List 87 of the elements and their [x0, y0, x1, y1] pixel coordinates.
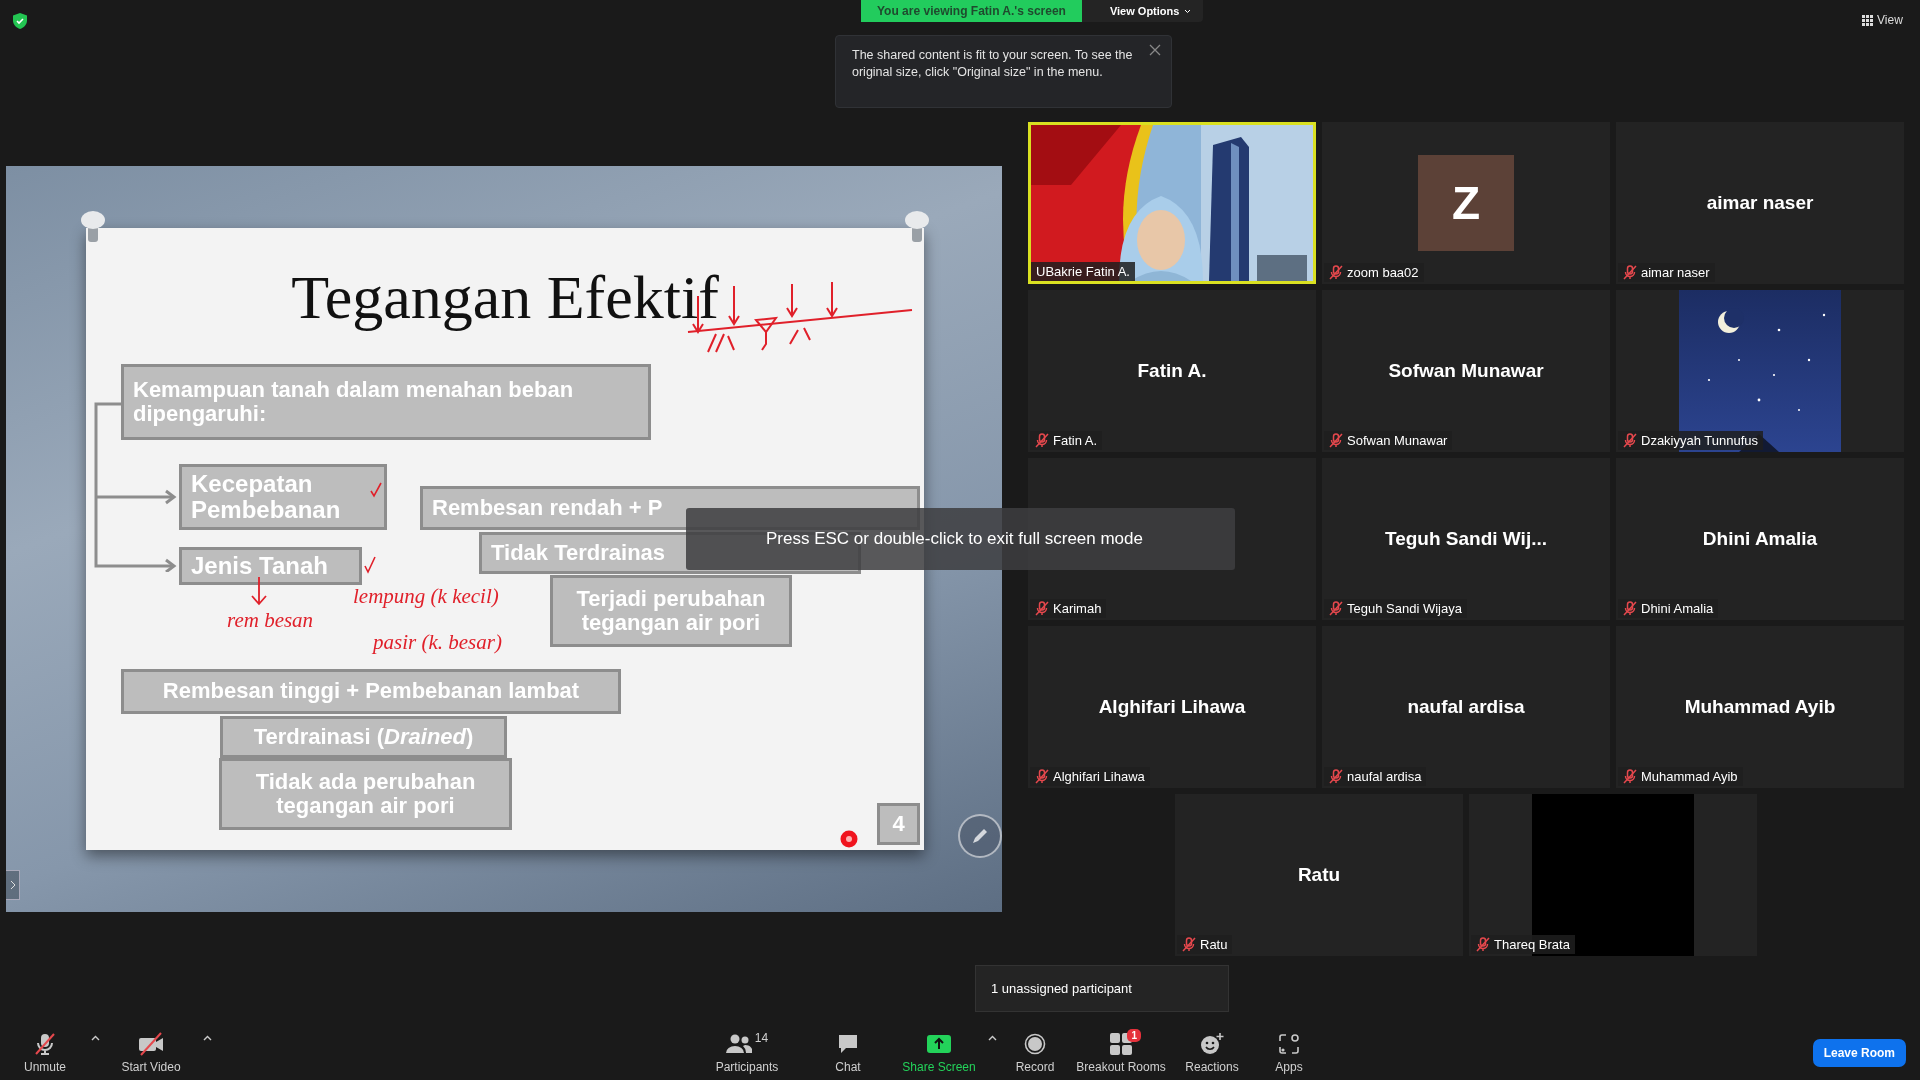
chat-bubble-icon: [837, 1033, 859, 1055]
diagram-node: Kemampuan tanah dalam menahan beban dipengaruhi:: [121, 364, 651, 440]
muted-mic-icon: [1035, 433, 1049, 448]
leave-room-button[interactable]: Leave Room: [1812, 1038, 1906, 1067]
fullscreen-hint: Press ESC or double-click to exit full screen mode: [686, 508, 1235, 570]
ink-arrow: [250, 576, 268, 606]
muted-mic-icon: [1623, 601, 1637, 616]
participant-name: Sofwan Munawar: [1388, 360, 1544, 382]
muted-mic-icon: [33, 1032, 57, 1056]
participant-name: Ratu: [1200, 937, 1228, 952]
participant-name: Karimah: [1053, 601, 1102, 616]
participant-name: Dhini Amalia: [1641, 601, 1714, 616]
view-options-button[interactable]: View Options: [1081, 0, 1204, 22]
count-badge: 1: [1127, 1029, 1141, 1042]
toolbar-button[interactable]: 1 Breakout Rooms: [1071, 1031, 1171, 1074]
toolbar-button[interactable]: Share Screen: [899, 1031, 979, 1074]
participant-name: Fatin A.: [1053, 433, 1098, 448]
muted-mic-icon: [1329, 265, 1343, 280]
muted-mic-icon: [1623, 265, 1637, 280]
participant-name: Sofwan Munawar: [1347, 433, 1448, 448]
avatar-tile: Z: [1418, 155, 1514, 251]
laser-pointer-dot: [840, 830, 858, 848]
tick-mark-icon: [370, 482, 382, 498]
toolbar-button[interactable]: Chat: [803, 1031, 893, 1074]
participant-name: Muhammad Ayib: [1684, 696, 1836, 718]
diagram-node: Kecepatan Pembebanan: [179, 464, 387, 530]
participant-name: Teguh Sandi Wijaya: [1347, 601, 1462, 616]
slide-title: Tegangan Efektif: [291, 262, 719, 333]
participant-name: Thareq Brata: [1494, 937, 1570, 952]
participant-name: Teguh Sandi Wij...: [1385, 528, 1547, 550]
participant-name: naufal ardisa: [1407, 696, 1525, 718]
participant-name: Dzakiyyah Tunnufus: [1641, 433, 1759, 448]
handwritten-note: pasir (k. besar): [373, 630, 502, 655]
toolbar-button[interactable]: Record: [1005, 1031, 1065, 1074]
muted-mic-icon: [1623, 433, 1637, 448]
diagram-node: Tidak ada perubahan tegangan air pori: [219, 758, 512, 830]
apps-icon: [1279, 1034, 1299, 1054]
muted-mic-icon: [1035, 601, 1049, 616]
muted-mic-icon: [1476, 937, 1490, 952]
participant-name: Alghifari Lihawa: [1098, 696, 1246, 718]
muted-mic-icon: [1329, 769, 1343, 784]
close-icon[interactable]: [1149, 44, 1161, 56]
participant-name: aimar naser: [1706, 192, 1814, 214]
tooltip-text: The shared content is fit to your screen. To see the original size, click "Original size" in the menu.: [852, 47, 1134, 81]
muted-mic-icon: [1623, 769, 1637, 784]
grid-icon: [1862, 14, 1873, 26]
smiley-plus-icon: [1200, 1033, 1224, 1055]
participant-count: 14: [754, 1031, 769, 1045]
diagram-node: Terdrainasi (Drained): [220, 716, 507, 758]
record-icon: [1024, 1033, 1046, 1055]
view-button[interactable]: View: [1862, 13, 1903, 27]
muted-mic-icon: [1035, 769, 1049, 784]
toolbar-button[interactable]: Start Video: [108, 1031, 194, 1074]
grid-icon: [1110, 1033, 1132, 1055]
handwritten-note: rem besan: [227, 608, 314, 633]
participant-name: Muhammad Ayib: [1641, 769, 1738, 784]
participant-name: UBakrie Fatin A.: [1036, 264, 1130, 279]
toolbar-button[interactable]: Apps: [1253, 1031, 1325, 1074]
shield-icon[interactable]: [13, 13, 27, 29]
chevron-icon: [9, 880, 16, 890]
participant-name: Ratu: [1297, 864, 1341, 886]
camera-off-icon: [137, 1032, 165, 1056]
participant-name: naufal ardisa: [1347, 769, 1422, 784]
participant-name: aimar naser: [1641, 265, 1710, 280]
page-number: 4: [877, 803, 920, 845]
pen-icon: [970, 826, 990, 846]
caret-icon: [1184, 8, 1192, 14]
people-icon: [725, 1034, 752, 1054]
diagram-node: Rembesan tinggi + Pembebanan lambat: [121, 669, 621, 714]
handwritten-note: lempung (k kecil): [353, 584, 499, 609]
toolbar-button[interactable]: Unmute: [8, 1031, 82, 1074]
toolbar-button[interactable]: 14 Participants: [697, 1031, 797, 1074]
muted-mic-icon: [1329, 601, 1343, 616]
breakout-popup: 1 unassigned participant: [975, 965, 1229, 1012]
diagram-node: Terjadi perubahan tegangan air pori: [550, 575, 792, 647]
muted-mic-icon: [1329, 433, 1343, 448]
tick-mark-icon: [364, 556, 376, 574]
pen-button[interactable]: [958, 814, 1002, 858]
muted-mic-icon: [1182, 937, 1196, 952]
participant-name: Fatin A.: [1137, 360, 1207, 382]
participant-name: Alghifari Lihawa: [1053, 769, 1145, 784]
participant-name: zoom baa02: [1347, 265, 1419, 280]
sharing-status-banner: You are viewing Fatin A.'s screen: [861, 0, 1082, 22]
toolbar-button[interactable]: Reactions: [1177, 1031, 1247, 1074]
participant-name: Dhini Amalia: [1702, 528, 1818, 550]
diagram-node: Jenis Tanah: [179, 547, 362, 585]
share-screen-icon: [927, 1035, 951, 1053]
